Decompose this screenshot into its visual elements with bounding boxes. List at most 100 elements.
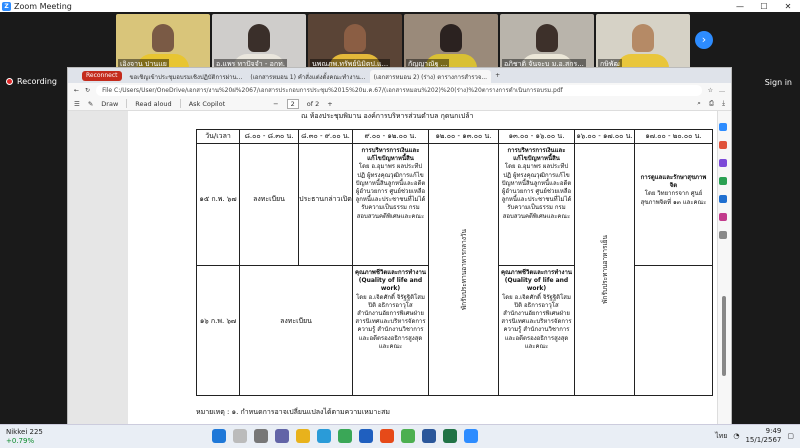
wifi-icon[interactable]: ◔: [733, 432, 739, 441]
stock-name: Nikkei 225: [6, 428, 43, 436]
language-indicator[interactable]: ไทย: [715, 432, 727, 441]
zoom-in-icon[interactable]: +: [327, 100, 332, 108]
row-date: ๑๖ ก.พ. ๖๗: [199, 317, 237, 325]
ask-copilot-button[interactable]: Ask Copilot: [189, 100, 225, 108]
dinner-break-label: พักรับประทานอาหารเย็น: [600, 235, 609, 304]
search-icon[interactable]: ⌕: [697, 99, 701, 108]
edge-sidebar: [719, 123, 731, 239]
photos-icon[interactable]: [380, 429, 394, 443]
tools-icon[interactable]: [719, 141, 727, 149]
page-total: of 2: [306, 99, 320, 108]
browser-tab[interactable]: ขอเชิญเข้าประชุมอบรมเชิงปฏิบัติการผ่าน..…: [126, 70, 247, 83]
zoom-titlebar: Z Zoom Meeting — ☐ ✕: [0, 0, 800, 12]
maximize-icon[interactable]: ☐: [752, 2, 776, 11]
favorite-star-icon[interactable]: ☆: [708, 87, 713, 94]
recording-indicator: Recording: [6, 77, 57, 86]
add-icon[interactable]: [719, 231, 727, 239]
minimize-icon[interactable]: —: [728, 2, 752, 11]
line-icon[interactable]: [401, 429, 415, 443]
column-header: ๘.๐๐ - ๘.๓๐ น.: [239, 129, 299, 144]
search-icon[interactable]: [233, 429, 247, 443]
table-row: ๑๕ ก.พ. ๖๗ ลงทะเบียน ประธานกล่าวเปิด การ…: [196, 143, 713, 396]
participant-tile[interactable]: นพณภพ.ทรัพย์นิมิตป.แ...: [308, 14, 402, 72]
back-icon[interactable]: ←: [74, 87, 79, 94]
reconnect-button[interactable]: Reconnect: [82, 70, 122, 81]
record-dot-icon: [6, 78, 13, 85]
zoom-logo-icon: Z: [2, 1, 11, 11]
column-header: ๙.๐๐ - ๑๒.๐๐ น.: [352, 129, 429, 144]
system-tray: ไทย ◔ 9:49 15/1/2567 ▢: [715, 427, 794, 445]
session-title: การดูแลและรักษาสุขภาพจิต: [640, 174, 707, 190]
highlight-icon[interactable]: ✎: [88, 100, 93, 108]
save-icon[interactable]: ⤓: [722, 99, 725, 108]
participant-tile[interactable]: เอิงจาน ปานแย: [116, 14, 210, 72]
session-title: คุณภาพชีวิตและการทำงาน (Quality of life …: [355, 269, 426, 293]
clock-date: 15/1/2567: [745, 436, 782, 444]
window-title: Zoom Meeting: [14, 1, 72, 11]
participant-tile[interactable]: อ.แพร ทาปัจจำ - อกท.: [212, 14, 306, 72]
copilot-icon[interactable]: [719, 123, 727, 131]
start-icon[interactable]: [212, 429, 226, 443]
session-cell: การบริหารการเงินและแก้ไขปัญหาหนี้สิน โดย …: [353, 144, 428, 221]
pdf-page: ณ ห้องประชุมพิมาน องค์การบริหารส่วนตำบล …: [128, 111, 718, 425]
store-icon[interactable]: [359, 429, 373, 443]
word-icon[interactable]: [422, 429, 436, 443]
document-heading: ณ ห้องประชุมพิมาน องค์การบริหารส่วนตำบล …: [301, 112, 474, 120]
row-date: ๑๕ ก.พ. ๖๗: [199, 195, 237, 203]
schedule-table: วัน/เวลา ๘.๐๐ - ๘.๓๐ น. ๘.๓๐ - ๙.๐๐ น. ๙…: [196, 129, 713, 396]
footnote: หมายเหตุ : ๑. กำหนดการอาจเปลี่ยนแปลงได้ต…: [196, 408, 390, 416]
outlook-icon[interactable]: [719, 195, 727, 203]
taskbar: Nikkei 225 +0.79% ไทย ◔ 9:49 15/1/2567 ▢: [0, 424, 800, 448]
session-speaker: โดย อ.เจิดศักดิ์ จิรัฐฐิติโสมปิติ อธิการ…: [501, 293, 572, 350]
chrome-icon[interactable]: [338, 429, 352, 443]
window-controls: — ☐ ✕: [728, 2, 800, 11]
more-menu-icon[interactable]: …: [719, 87, 725, 94]
contents-icon[interactable]: ☰: [74, 100, 80, 108]
zoom-out-icon[interactable]: −: [273, 100, 278, 108]
column-header: ๑๓.๐๐ - ๑๖.๐๐ น.: [498, 129, 575, 144]
excel-icon[interactable]: [443, 429, 457, 443]
session-speaker: โดย อ.อุมาพร ผลประทีปปฏิ ผู้ทรงคุณวุฒิกา…: [501, 163, 572, 220]
lunch-break-label: พักรับประทานอาหารกลางวัน: [459, 228, 468, 311]
recording-label: Recording: [17, 77, 58, 86]
refresh-icon[interactable]: ↻: [85, 87, 90, 94]
read-aloud-button[interactable]: Read aloud: [135, 100, 171, 108]
column-header: วัน/เวลา: [196, 129, 240, 144]
participant-tile[interactable]: กัญญาณัฐ ...: [404, 14, 498, 72]
file-explorer-icon[interactable]: [296, 429, 310, 443]
browser-tab-active[interactable]: (เอกสารหมอน 2) (ร่าง) ตารางการสำรวจ...: [369, 70, 492, 83]
task-view-icon[interactable]: [254, 429, 268, 443]
next-participants-button[interactable]: ›: [695, 31, 713, 49]
edge-icon[interactable]: [317, 429, 331, 443]
session-cell: การบริหารการเงินและแก้ไขปัญหาหนี้สิน โดย …: [499, 144, 574, 221]
registration-cell: ลงทะเบียน: [280, 317, 312, 325]
participant-tile[interactable]: กษิพัฒ: [596, 14, 690, 72]
clock-time: 9:49: [765, 427, 782, 435]
games-icon[interactable]: [719, 159, 727, 167]
signin-link[interactable]: Sign in: [765, 78, 792, 87]
pdf-viewport[interactable]: ณ ห้องประชุมพิมาน องค์การบริหารส่วนตำบล …: [68, 111, 718, 425]
close-icon[interactable]: ✕: [776, 2, 800, 11]
clock[interactable]: 9:49 15/1/2567: [745, 427, 781, 445]
page-number-field[interactable]: 2: [286, 98, 299, 109]
session-title: คุณภาพชีวิตและการทำงาน (Quality of life …: [501, 269, 572, 293]
session-cell: คุณภาพชีวิตและการทำงาน (Quality of life …: [353, 266, 428, 351]
participant-tile[interactable]: อภิชาติ จันจะบ ม.อ.สกร...: [500, 14, 594, 72]
teams-icon[interactable]: [275, 429, 289, 443]
print-icon[interactable]: ⎙: [709, 99, 714, 108]
participant-video: [440, 24, 462, 52]
stock-widget[interactable]: Nikkei 225 +0.79%: [6, 428, 43, 446]
session-speaker: โดย อ.เจิดศักดิ์ จิรัฐฐิติโสมปิติ อธิการ…: [355, 293, 426, 350]
draw-button[interactable]: Draw: [101, 100, 118, 108]
notification-icon[interactable]: ▢: [787, 432, 794, 441]
browser-tab[interactable]: (เอกสารหมอน 1) คำสั่งแต่งตั้งคณะทำงาน...: [246, 70, 369, 83]
office-icon[interactable]: [719, 177, 727, 185]
address-field[interactable]: File C:/Users/User/OneDrive/เอกสาร/งาน%2…: [96, 84, 702, 96]
drop-icon[interactable]: [719, 213, 727, 221]
zoom-app-icon[interactable]: [464, 429, 478, 443]
column-header: ๑๒.๐๐ - ๑๓.๐๐ น.: [428, 129, 499, 144]
new-tab-icon[interactable]: +: [495, 72, 500, 79]
opening-cell: ประธานกล่าวเปิด: [299, 195, 352, 203]
session-title: การบริหารการเงินและแก้ไขปัญหาหนี้สิน: [507, 147, 566, 163]
scrollbar-thumb[interactable]: [722, 296, 726, 376]
